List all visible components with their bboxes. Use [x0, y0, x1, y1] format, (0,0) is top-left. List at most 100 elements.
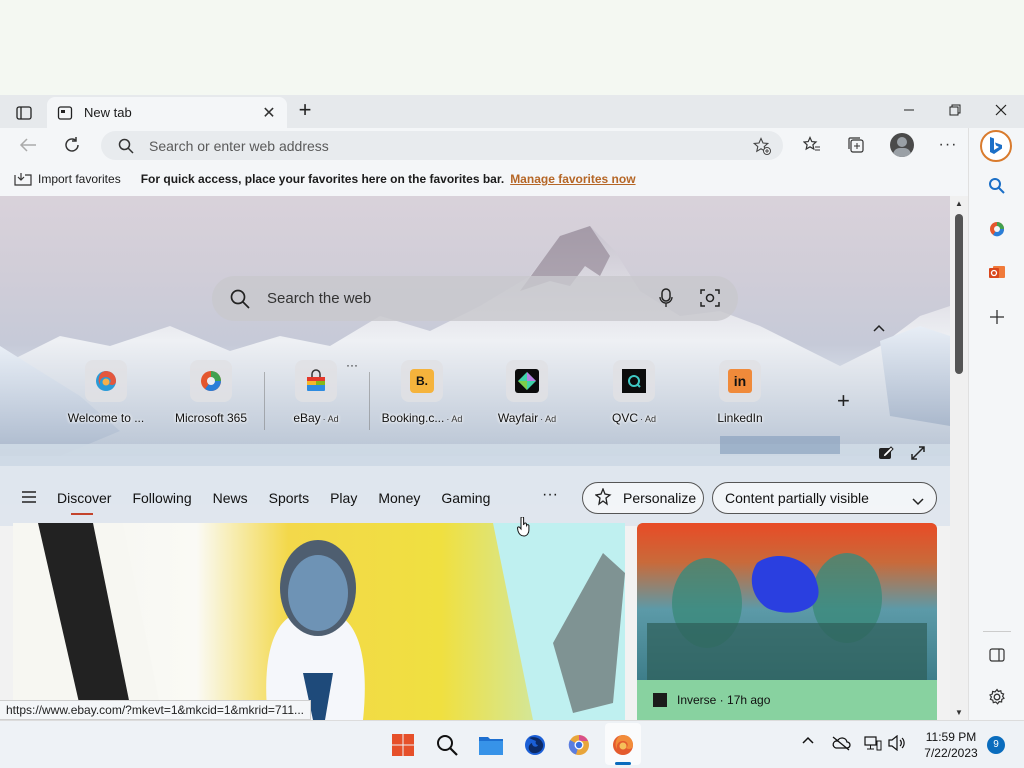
favorites-icon	[803, 136, 820, 151]
news-card-main[interactable]	[13, 523, 625, 720]
tab-sports[interactable]: Sports	[269, 490, 309, 506]
web-search-box[interactable]: Search the web	[212, 276, 738, 321]
quick-link-label: eBay	[293, 411, 321, 425]
news-card-image	[637, 523, 937, 680]
close-window-button[interactable]	[978, 95, 1024, 125]
import-favorites-button[interactable]: Import favorites	[38, 172, 121, 186]
start-button[interactable]	[389, 731, 417, 759]
ad-badge: · Ad	[446, 414, 463, 424]
scroll-down-icon[interactable]: ▼	[955, 708, 963, 717]
chrome-app-button[interactable]	[565, 731, 593, 759]
notification-badge[interactable]: 9	[987, 736, 1005, 754]
tab-news[interactable]: News	[213, 490, 248, 506]
new-tab-button[interactable]: +	[292, 98, 318, 124]
microphone-icon[interactable]	[659, 288, 673, 311]
file-explorer-button[interactable]	[477, 731, 505, 759]
address-bar[interactable]: Search or enter web address	[101, 131, 783, 160]
quick-link-welcome[interactable]: Welcome to ...	[56, 360, 156, 430]
favorites-button[interactable]	[798, 133, 826, 157]
quick-link-microsoft365[interactable]: Microsoft 365	[161, 360, 261, 430]
volume-button[interactable]	[888, 735, 906, 751]
personalize-label: Personalize	[623, 490, 697, 506]
tab-following[interactable]: Following	[132, 490, 191, 506]
booking-icon: B.	[401, 360, 443, 402]
menu-icon[interactable]	[21, 490, 37, 507]
quick-links: Welcome to ... Microsoft 365 ··· eBay · A…	[56, 358, 886, 430]
quick-link-wayfair[interactable]: Wayfair · Ad	[477, 360, 577, 430]
more-icon: ···	[938, 136, 958, 153]
close-tab-icon[interactable]: ✕	[261, 103, 277, 123]
scroll-thumb[interactable]	[955, 214, 963, 374]
quick-link-qvc[interactable]: QVC · Ad	[584, 360, 684, 430]
news-source-label: Inverse · 17h ago	[677, 693, 771, 707]
close-icon	[995, 104, 1007, 116]
quick-link-booking[interactable]: B. Booking.c... · Ad	[372, 360, 472, 430]
quick-link-ebay[interactable]: ··· eBay · Ad	[266, 358, 366, 430]
expand-icon[interactable]	[910, 445, 926, 464]
browser-app-button[interactable]	[521, 731, 549, 759]
linkedin-icon: in	[719, 360, 761, 402]
sidebar-outlook-button[interactable]	[983, 258, 1011, 286]
feed-tabs: Discover Following News Sports Play Mone…	[57, 490, 511, 515]
refresh-button[interactable]	[58, 133, 86, 157]
news-card-side[interactable]: Inverse · 17h ago	[637, 523, 937, 720]
add-favorite-icon[interactable]	[752, 137, 771, 158]
tab-money[interactable]: Money	[378, 490, 420, 506]
add-quick-link-button[interactable]: +	[837, 388, 850, 414]
content-visibility-dropdown[interactable]: Content partially visible	[712, 482, 937, 514]
tab-actions-button[interactable]	[10, 102, 38, 124]
address-placeholder: Search or enter web address	[149, 138, 329, 154]
manage-favorites-link[interactable]: Manage favorites now	[510, 172, 635, 186]
sidebar-add-button[interactable]	[983, 303, 1011, 331]
sidebar-search-button[interactable]	[983, 172, 1011, 200]
sidebar-divider	[983, 631, 1011, 632]
plus-icon	[990, 310, 1004, 324]
collections-button[interactable]	[842, 133, 870, 157]
outlook-icon	[989, 266, 1005, 278]
tab-gaming[interactable]: Gaming	[441, 490, 490, 506]
visual-search-icon[interactable]	[700, 288, 720, 311]
quick-link-label: Microsoft 365	[174, 411, 248, 425]
hide-sidebar-button[interactable]	[983, 641, 1011, 669]
settings-and-more-button[interactable]: ···	[934, 133, 962, 157]
profile-avatar[interactable]	[890, 133, 914, 157]
sidebar-settings-button[interactable]	[983, 683, 1011, 711]
system-clock[interactable]: 11:59 PM 7/22/2023	[916, 729, 986, 761]
sidebar-microsoft365-button[interactable]	[983, 215, 1011, 243]
bing-icon	[990, 137, 1002, 154]
more-tabs-button[interactable]: ···	[542, 486, 558, 504]
tab-discover[interactable]: Discover	[57, 490, 111, 515]
favorites-bar: Import favorites For quick access, place…	[0, 162, 968, 196]
tile-more-icon[interactable]: ···	[346, 358, 358, 372]
tile-divider	[264, 372, 265, 430]
show-hidden-icons-button[interactable]	[801, 735, 815, 745]
taskbar-search-button[interactable]	[433, 731, 461, 759]
quick-link-label: Welcome to ...	[67, 411, 145, 425]
browser-toolbar: Search or enter web address ···	[0, 128, 968, 162]
bing-chat-button[interactable]	[980, 130, 1012, 162]
network-button[interactable]	[864, 735, 882, 751]
back-button[interactable]	[14, 133, 42, 157]
edit-background-icon[interactable]	[878, 445, 894, 464]
restore-button[interactable]	[932, 95, 978, 125]
link-status-bar: https://www.ebay.com/?mkevt=1&mkcid=1&mk…	[0, 700, 312, 720]
sparkle-icon	[594, 486, 613, 509]
chevron-down-icon	[912, 493, 924, 509]
quick-link-linkedin[interactable]: in LinkedIn	[690, 360, 790, 430]
tab-play[interactable]: Play	[330, 490, 357, 506]
personalize-button[interactable]: Personalize	[582, 482, 704, 514]
collapse-chevron-up-icon[interactable]	[872, 320, 886, 336]
hand-cursor-icon	[516, 516, 531, 540]
desktop-background	[0, 0, 1024, 95]
search-icon	[437, 735, 458, 756]
page-scrollbar[interactable]: ▲ ▼	[950, 196, 968, 720]
restore-icon	[949, 104, 961, 116]
search-icon	[989, 178, 1005, 194]
edge-app-button[interactable]	[609, 731, 637, 759]
scroll-up-icon[interactable]: ▲	[955, 199, 963, 208]
feed-nav: Discover Following News Sports Play Mone…	[0, 480, 950, 516]
background-tools	[878, 445, 926, 464]
onedrive-button[interactable]	[831, 735, 851, 751]
minimize-button[interactable]	[886, 95, 932, 125]
tab-new-tab[interactable]: New tab ✕	[47, 97, 287, 128]
